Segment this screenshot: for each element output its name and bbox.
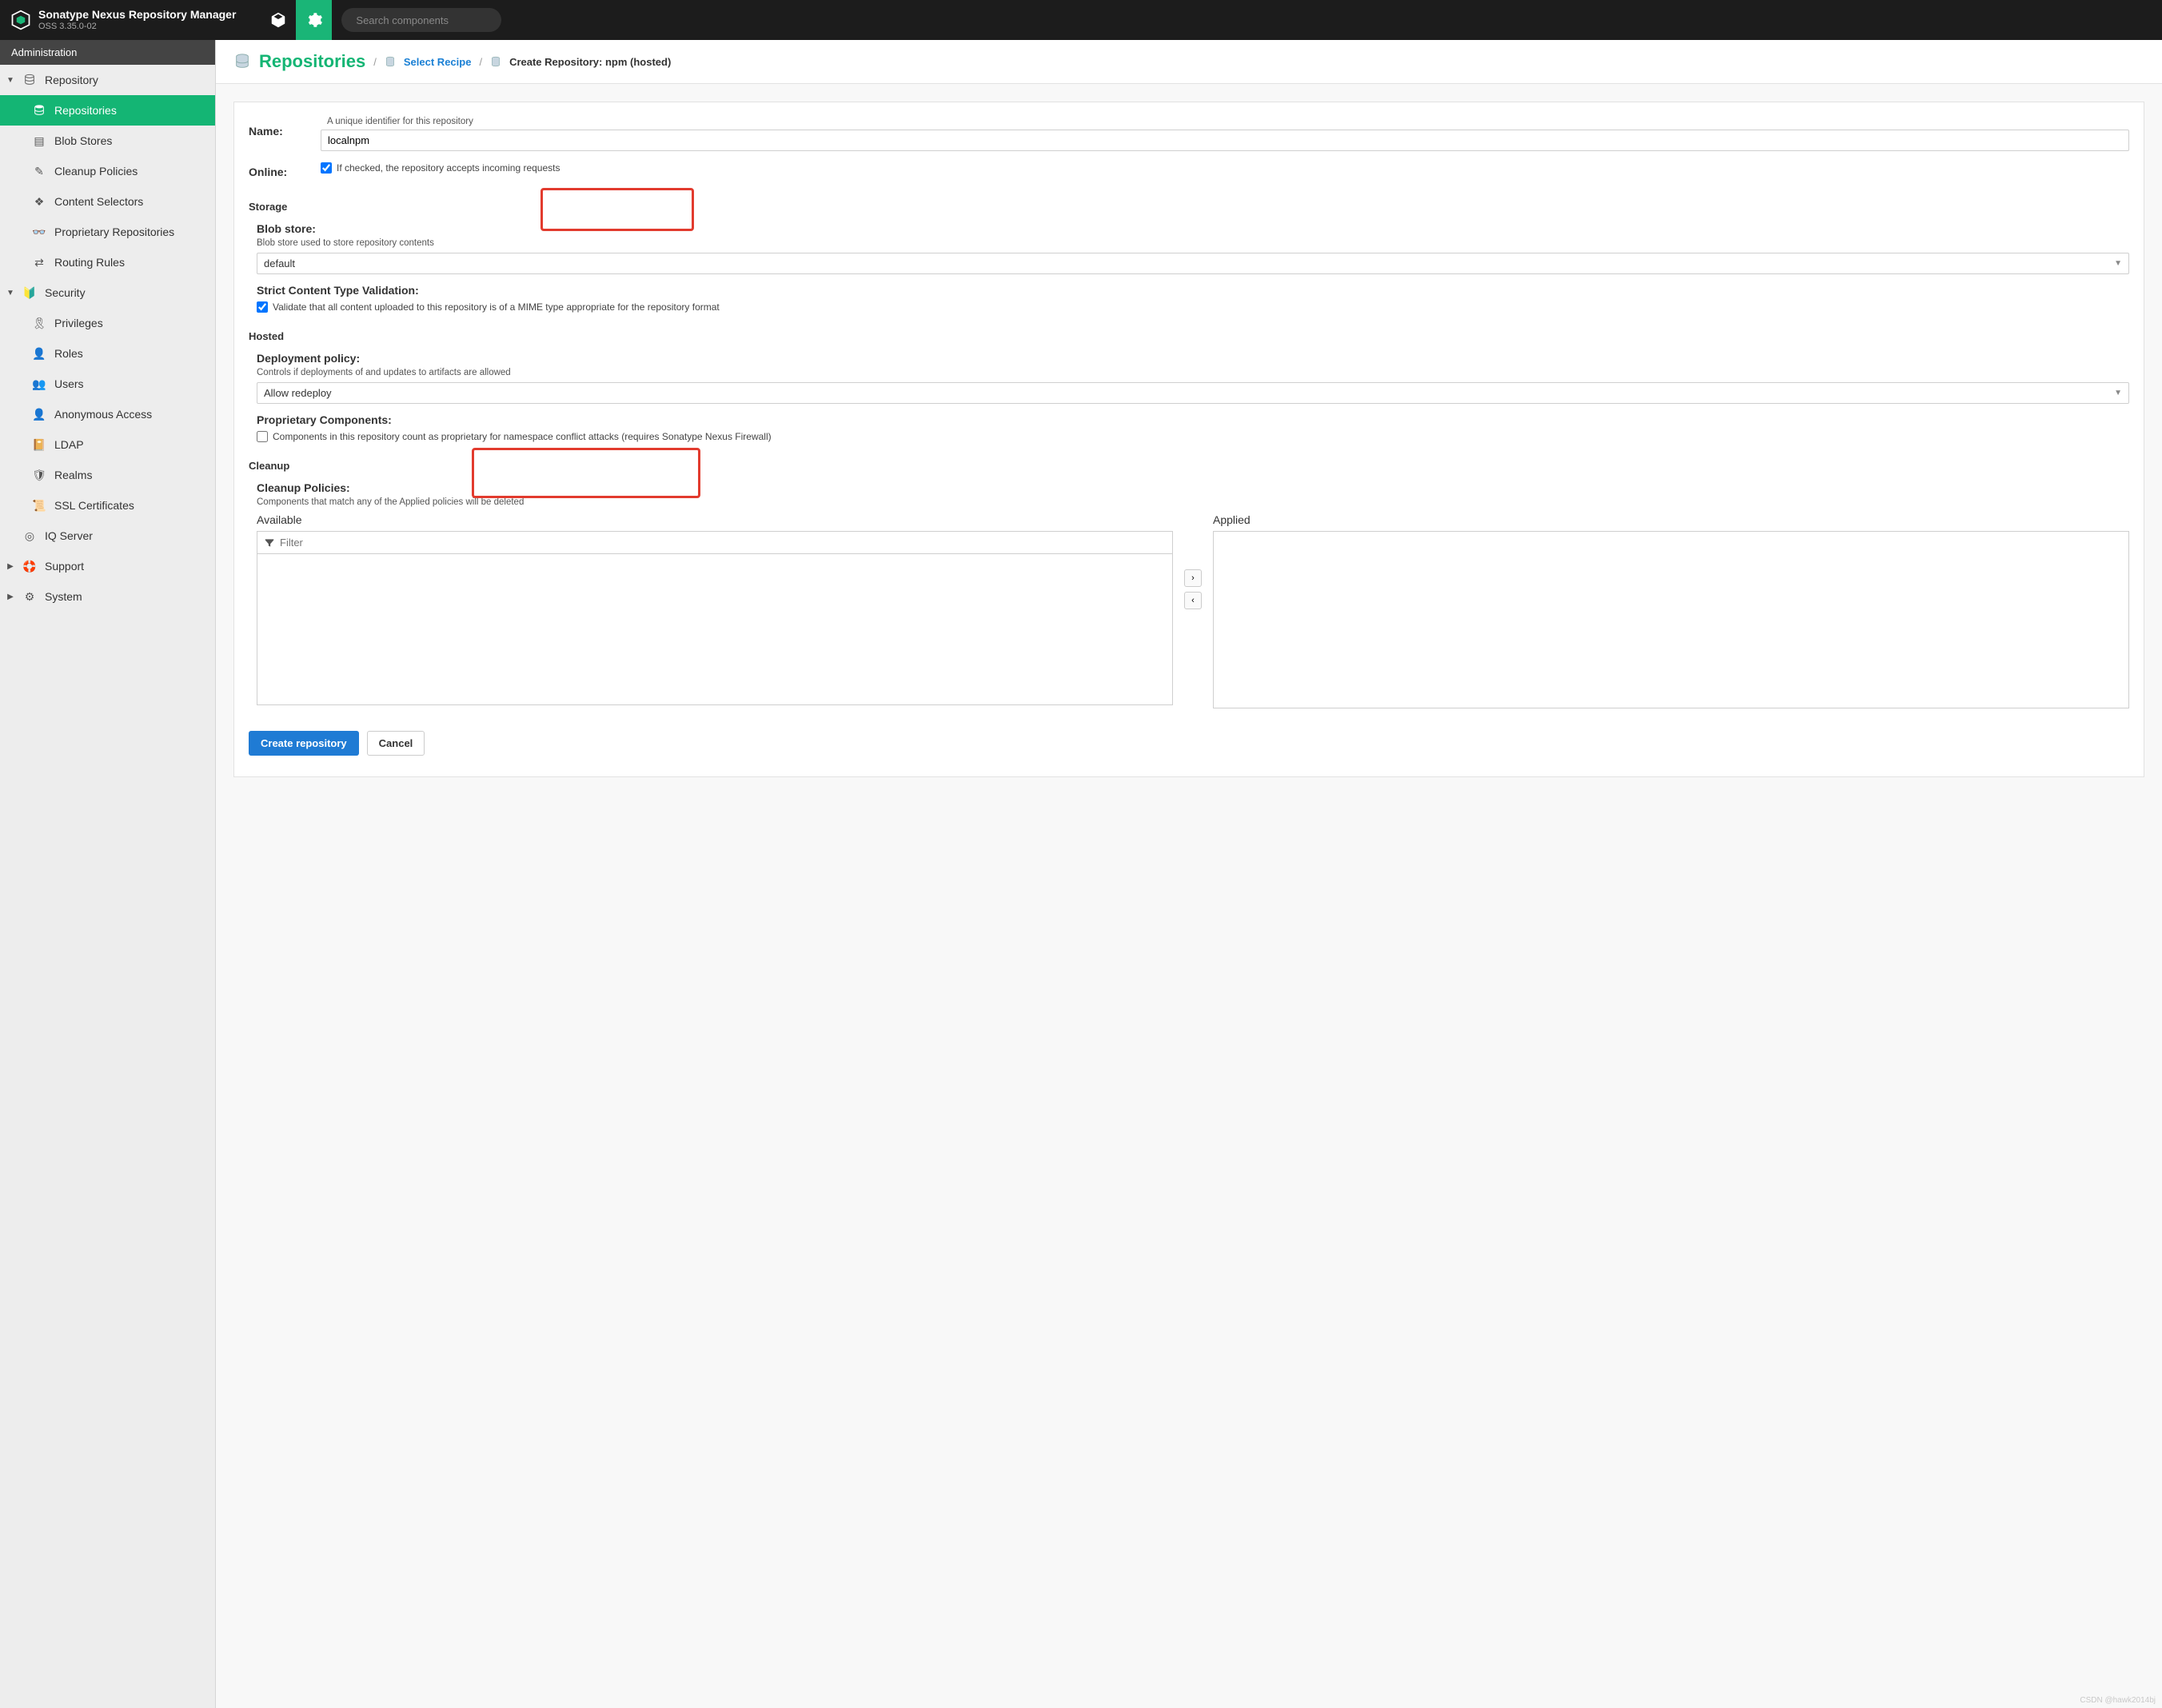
- database-icon: [32, 103, 46, 118]
- lifebuoy-icon: 🛟: [22, 559, 37, 573]
- cleanup-policies-label: Cleanup Policies:: [257, 481, 2129, 494]
- storage-section: Storage: [249, 201, 2129, 213]
- sidebar-heading: Administration: [0, 40, 215, 65]
- chevron-right-icon: ▶: [6, 562, 14, 571]
- database-icon: [233, 53, 251, 70]
- breadcrumb: Repositories / Select Recipe / Create Re…: [216, 40, 2162, 84]
- breadcrumb-current: Create Repository: npm (hosted): [509, 56, 671, 68]
- proprietary-label: Proprietary Components:: [257, 413, 2129, 426]
- binoculars-icon: 👓: [32, 225, 46, 239]
- deployment-policy-hint: Controls if deployments of and updates t…: [257, 368, 2129, 377]
- sidebar-item-proprietary-repositories[interactable]: 👓Proprietary Repositories: [0, 217, 215, 247]
- routes-icon: ⇄: [32, 255, 46, 269]
- name-hint: A unique identifier for this repository: [327, 117, 473, 126]
- proprietary-checkbox[interactable]: [257, 431, 268, 442]
- sidebar-item-ldap[interactable]: 📔LDAP: [0, 429, 215, 460]
- server-icon: ▤: [32, 134, 46, 148]
- applied-title: Applied: [1213, 513, 2129, 526]
- breadcrumb-title[interactable]: Repositories: [259, 51, 365, 72]
- chevron-down-icon: ▼: [2114, 259, 2122, 268]
- create-repository-form: Name: A unique identifier for this repos…: [233, 102, 2144, 777]
- online-checkbox[interactable]: [321, 162, 332, 174]
- strict-checkbox[interactable]: [257, 301, 268, 313]
- people-icon: 👥: [32, 377, 46, 391]
- sidebar-group-system[interactable]: ▶⚙System: [0, 581, 215, 612]
- person-tie-icon: 👤: [32, 346, 46, 361]
- main-content: Repositories / Select Recipe / Create Re…: [216, 40, 2162, 1708]
- database-icon: [385, 56, 396, 67]
- sidebar-item-repositories[interactable]: Repositories: [0, 95, 215, 126]
- sidebar-group-security[interactable]: ▼ 🔰 Security: [0, 277, 215, 308]
- move-right-button[interactable]: ›: [1184, 569, 1202, 587]
- sidebar-item-cleanup-policies[interactable]: ✎Cleanup Policies: [0, 156, 215, 186]
- applied-list[interactable]: [1213, 531, 2129, 708]
- sidebar-item-content-selectors[interactable]: ❖Content Selectors: [0, 186, 215, 217]
- online-hint: If checked, the repository accepts incom…: [337, 162, 560, 174]
- blob-store-hint: Blob store used to store repository cont…: [257, 238, 2129, 248]
- online-label: Online:: [249, 161, 321, 178]
- deployment-policy-label: Deployment policy:: [257, 352, 2129, 365]
- sidebar-item-users[interactable]: 👥Users: [0, 369, 215, 399]
- browse-tab[interactable]: [260, 0, 296, 40]
- blob-store-label: Blob store:: [257, 222, 2129, 235]
- sidebar-item-anonymous-access[interactable]: 👤Anonymous Access: [0, 399, 215, 429]
- sidebar-item-roles[interactable]: 👤Roles: [0, 338, 215, 369]
- chevron-down-icon: ▼: [6, 76, 14, 85]
- sidebar-item-routing-rules[interactable]: ⇄Routing Rules: [0, 247, 215, 277]
- cancel-button[interactable]: Cancel: [367, 731, 425, 756]
- available-filter-input[interactable]: [280, 537, 1166, 549]
- create-repository-button[interactable]: Create repository: [249, 731, 359, 756]
- sidebar: Administration ▼ Repository Repositories…: [0, 40, 216, 1708]
- breadcrumb-recipe[interactable]: Select Recipe: [404, 56, 472, 68]
- available-list[interactable]: [257, 553, 1173, 705]
- name-label: Name:: [249, 120, 321, 138]
- cleanup-policies-hint: Components that match any of the Applied…: [257, 497, 2129, 507]
- proprietary-hint: Components in this repository count as p…: [273, 431, 772, 442]
- topbar: Sonatype Nexus Repository Manager OSS 3.…: [0, 0, 2162, 40]
- shield-icon: 🛡: [32, 468, 46, 482]
- sidebar-item-ssl-certificates[interactable]: 📜SSL Certificates: [0, 490, 215, 521]
- user-icon: 👤: [32, 407, 46, 421]
- watermark: CSDN @hawk2014bj: [2080, 1696, 2156, 1705]
- broom-icon: ✎: [32, 164, 46, 178]
- sidebar-item-blob-stores[interactable]: ▤Blob Stores: [0, 126, 215, 156]
- ribbon-icon: 🎗: [32, 316, 46, 330]
- layers-icon: ❖: [32, 194, 46, 209]
- name-input[interactable]: [321, 130, 2129, 151]
- sidebar-group-support[interactable]: ▶🛟Support: [0, 551, 215, 581]
- gear-icon: ⚙: [22, 589, 37, 604]
- available-title: Available: [257, 513, 1173, 526]
- sidebar-item-iq-server[interactable]: ▶◎IQ Server: [0, 521, 215, 551]
- nexus-logo-icon: [10, 9, 32, 31]
- search-input[interactable]: [356, 14, 497, 26]
- database-icon: [22, 73, 37, 87]
- move-left-button[interactable]: ‹: [1184, 592, 1202, 609]
- book-icon: 📔: [32, 437, 46, 452]
- iq-icon: ◎: [22, 529, 37, 543]
- blob-store-select[interactable]: default ▼: [257, 253, 2129, 274]
- chevron-down-icon: ▼: [6, 289, 14, 297]
- available-filter[interactable]: [257, 531, 1173, 553]
- hosted-section: Hosted: [249, 330, 2129, 342]
- filter-icon: [264, 537, 275, 549]
- app-title: Sonatype Nexus Repository Manager: [38, 9, 236, 21]
- strict-hint: Validate that all content uploaded to th…: [273, 301, 720, 313]
- admin-tab[interactable]: [296, 0, 332, 40]
- chevron-down-icon: ▼: [2114, 389, 2122, 397]
- badge-icon: 🔰: [22, 285, 37, 300]
- app-version: OSS 3.35.0-02: [38, 22, 236, 31]
- strict-label: Strict Content Type Validation:: [257, 284, 2129, 297]
- sidebar-item-privileges[interactable]: 🎗Privileges: [0, 308, 215, 338]
- chevron-right-icon: ▶: [6, 593, 14, 601]
- sidebar-item-realms[interactable]: 🛡Realms: [0, 460, 215, 490]
- deployment-policy-select[interactable]: Allow redeploy ▼: [257, 382, 2129, 404]
- cleanup-section: Cleanup: [249, 460, 2129, 472]
- certificate-icon: 📜: [32, 498, 46, 513]
- logo-area: Sonatype Nexus Repository Manager OSS 3.…: [0, 9, 245, 31]
- database-icon: [490, 56, 501, 67]
- sidebar-group-repository[interactable]: ▼ Repository: [0, 65, 215, 95]
- search-box[interactable]: [341, 8, 501, 32]
